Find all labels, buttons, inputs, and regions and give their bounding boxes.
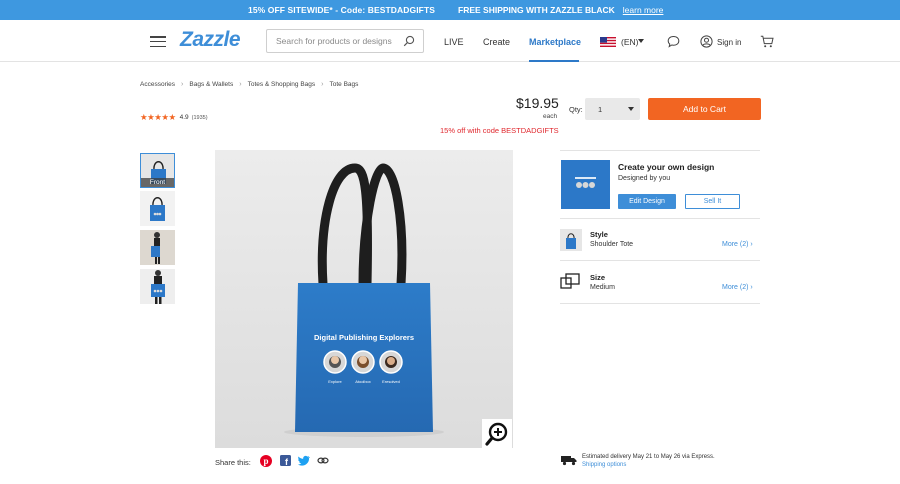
chat-icon[interactable] — [667, 35, 680, 48]
create-design-subtitle: Designed by you — [618, 175, 671, 182]
tote-design-avatar — [351, 350, 375, 374]
divider — [560, 303, 760, 304]
breadcrumb-separator-icon: › — [321, 81, 324, 88]
breadcrumb-separator-icon: › — [239, 81, 242, 88]
divider — [560, 150, 760, 151]
copy-link-icon[interactable] — [317, 455, 329, 466]
active-nav-underline — [529, 60, 579, 62]
learn-more-link[interactable]: learn more — [623, 5, 664, 15]
add-to-cart-button[interactable]: Add to Cart — [648, 98, 761, 120]
star-rating-icon: ★★★★★ — [140, 112, 176, 122]
size-more-link[interactable]: More (2) › — [722, 284, 753, 291]
breadcrumb-separator-icon: › — [181, 81, 184, 88]
tote-design-caption: Eresolved — [382, 379, 400, 384]
zoom-button[interactable] — [482, 419, 512, 448]
design-preview — [561, 160, 610, 209]
size-option-title: Size — [590, 273, 606, 282]
site-header: Zazzle LIVE Create Marketplace (EN) Sign… — [0, 20, 900, 62]
qty-value: 1 — [598, 105, 603, 114]
breadcrumb-item[interactable]: Accessories — [140, 81, 175, 88]
shipping-options-link[interactable]: Shipping options — [582, 462, 626, 468]
discount-text: 15% off with code BESTDADGIFTS — [440, 126, 559, 135]
breadcrumb-item[interactable]: Tote Bags — [330, 81, 359, 88]
share-label: Share this: — [215, 458, 251, 467]
promo-sitewide-text: 15% OFF SITEWIDE* - Code: BESTDADGIFTS — [248, 5, 436, 15]
nav-marketplace[interactable]: Marketplace — [529, 37, 581, 47]
language-selector[interactable]: (EN) — [621, 37, 638, 47]
us-flag-icon[interactable] — [600, 37, 616, 47]
truck-icon — [561, 456, 577, 466]
divider — [560, 218, 760, 219]
edit-design-button[interactable]: Edit Design — [618, 194, 676, 209]
style-tote-icon — [560, 229, 582, 251]
product-price: $19.95 — [516, 95, 559, 111]
create-design-title: Create your own design — [618, 162, 715, 172]
chevron-down-icon — [628, 107, 634, 111]
product-main-image[interactable]: Digital Publishing Explorers Explore Ato… — [215, 150, 513, 448]
breadcrumb: Accessories › Bags & Wallets › Totes & S… — [140, 81, 358, 88]
nav-create[interactable]: Create — [483, 37, 510, 47]
divider — [560, 260, 760, 261]
breadcrumb-item[interactable]: Bags & Wallets — [189, 81, 233, 88]
tote-back-thumbnail-image — [140, 191, 175, 226]
search-input[interactable] — [267, 30, 397, 52]
thumbnail-back[interactable] — [140, 191, 175, 226]
search-box[interactable] — [266, 29, 424, 53]
tote-design-avatar — [323, 350, 347, 374]
chevron-down-icon[interactable] — [638, 39, 644, 43]
user-icon[interactable] — [700, 35, 713, 48]
menu-icon[interactable] — [150, 36, 166, 48]
style-option-title: Style — [590, 230, 608, 239]
qty-label: Qty: — [569, 105, 583, 114]
promo-bar: 15% OFF SITEWIDE* - Code: BESTDADGIFTS F… — [0, 0, 900, 20]
tote-model-side-thumbnail-image — [140, 230, 175, 265]
breadcrumb-item[interactable]: Totes & Shopping Bags — [248, 81, 316, 88]
tote-design-caption: Atoolbox — [355, 379, 371, 384]
size-icon — [560, 273, 580, 289]
promo-shipping-text: FREE SHIPPING WITH ZAZZLE BLACK — [458, 5, 615, 15]
style-more-link[interactable]: More (2) › — [722, 241, 753, 248]
svg-text:p: p — [263, 456, 268, 466]
size-option-value: Medium — [590, 284, 615, 291]
pinterest-icon[interactable]: p — [260, 455, 272, 467]
tote-model-front-thumbnail-image — [140, 269, 175, 304]
promo-shipping: FREE SHIPPING WITH ZAZZLE BLACK learn mor… — [458, 5, 663, 15]
delivery-estimate: Estimated delivery May 21 to May 26 via … — [582, 454, 715, 460]
review-count[interactable]: (1935) — [192, 115, 208, 121]
nav-live[interactable]: LIVE — [444, 37, 464, 47]
tote-bag-image: Digital Publishing Explorers Explore Ato… — [215, 150, 513, 448]
qty-select[interactable]: 1 — [585, 98, 640, 120]
price-unit: each — [543, 113, 558, 120]
facebook-icon[interactable]: f — [280, 455, 291, 466]
tote-design-caption: Explore — [328, 379, 342, 384]
signin-link[interactable]: Sign in — [717, 38, 741, 47]
tote-design-title: Digital Publishing Explorers — [314, 333, 414, 342]
twitter-icon[interactable] — [298, 455, 310, 466]
thumbnail-model-side[interactable] — [140, 230, 175, 265]
style-option-value: Shoulder Tote — [590, 241, 634, 248]
cart-icon[interactable] — [760, 35, 774, 48]
thumbnail-model-front[interactable] — [140, 269, 175, 304]
sell-it-button[interactable]: Sell It — [685, 194, 740, 209]
rating-value: 4.9 — [179, 114, 189, 121]
thumbnail-front[interactable]: Front — [140, 153, 175, 188]
design-preview-image — [561, 160, 610, 209]
thumbnail-front-label: Front — [141, 178, 174, 187]
search-icon[interactable] — [403, 35, 415, 47]
site-logo[interactable]: Zazzle — [180, 28, 241, 52]
product-rating[interactable]: ★★★★★ 4.9 (1935) — [140, 112, 208, 123]
zoom-in-icon — [485, 422, 508, 446]
tote-design-avatar — [379, 350, 403, 374]
